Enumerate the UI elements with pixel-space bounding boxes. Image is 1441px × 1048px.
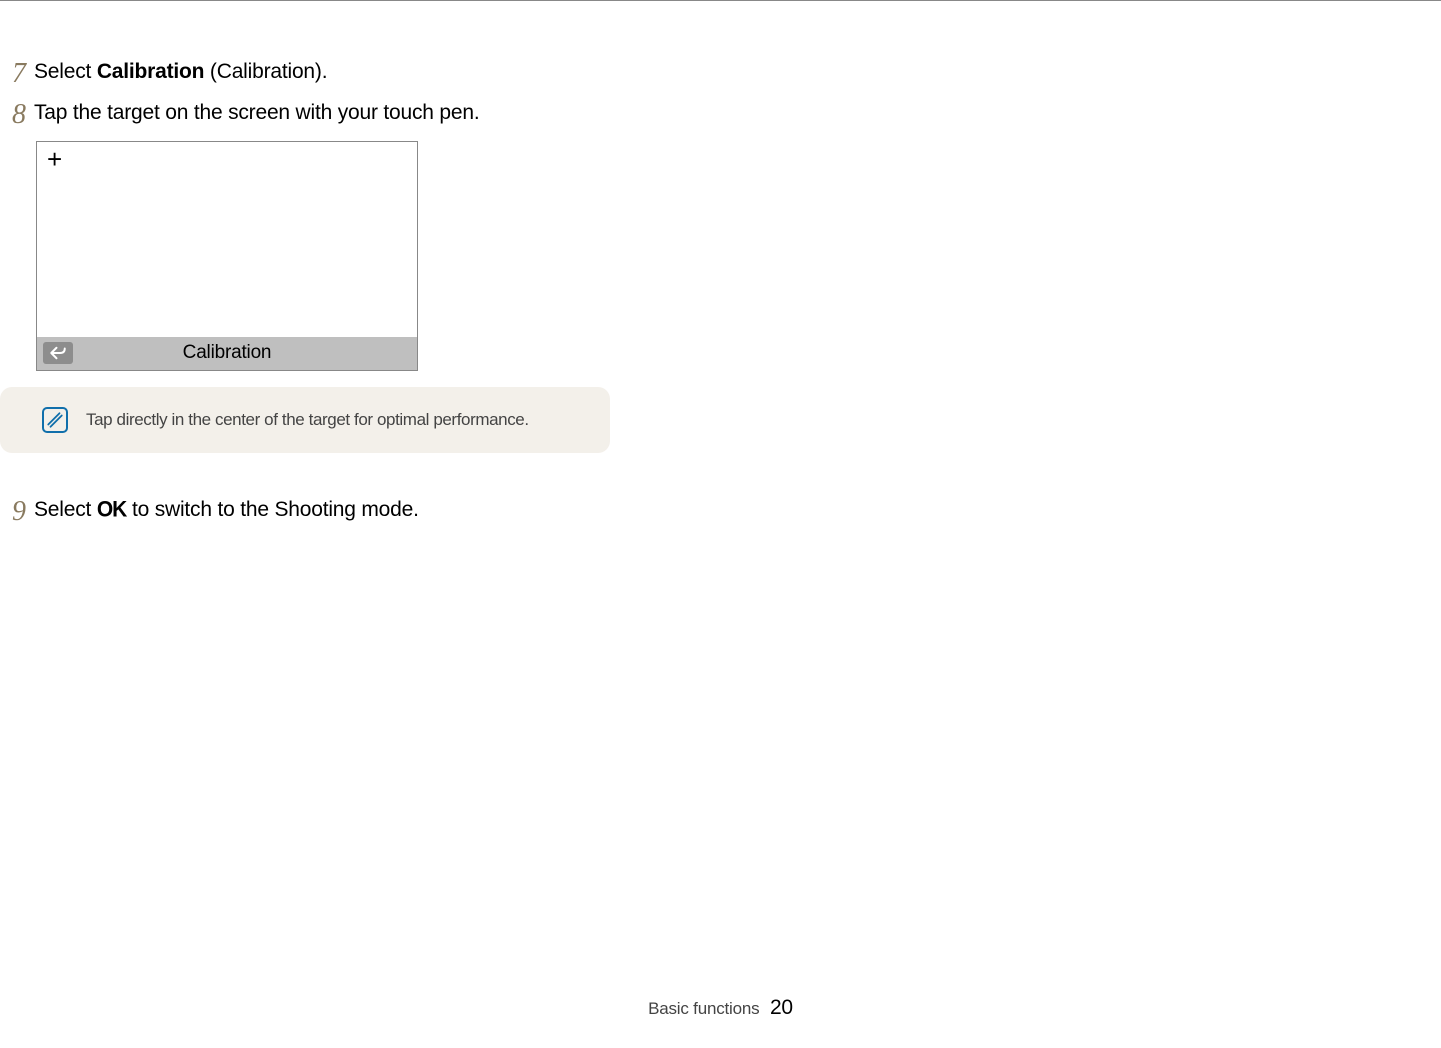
step-9-row: 9 Select OK to switch to the Shooting mo… — [0, 497, 1441, 528]
page-content: 7 Select Calibration (Calibration). 8 Ta… — [0, 1, 1441, 527]
step-9-text: Select OK to switch to the Shooting mode… — [34, 497, 419, 522]
note-icon — [42, 407, 68, 433]
calibration-screen-mockup: + Calibration — [36, 141, 418, 371]
step-8-row: 8 Tap the target on the screen with your… — [0, 100, 1441, 131]
calibration-target-icon[interactable]: + — [47, 146, 62, 172]
step-9-pre: Select — [34, 498, 97, 521]
spacer — [0, 453, 1441, 497]
step-9-post: to switch to the Shooting mode. — [126, 498, 418, 521]
step-7-text: Select Calibration (Calibration). — [34, 59, 327, 84]
manual-page: 7 Select Calibration (Calibration). 8 Ta… — [0, 0, 1441, 1048]
step-number: 9 — [4, 497, 34, 528]
step-number: 8 — [4, 100, 34, 131]
ok-icon: OK — [97, 497, 127, 522]
page-number: 20 — [770, 996, 793, 1019]
note-text: Tap directly in the center of the target… — [86, 410, 529, 430]
page-footer: Basic functions 20 — [0, 996, 1441, 1020]
footer-section: Basic functions — [648, 999, 759, 1018]
step-7-bold: Calibration — [97, 60, 204, 83]
step-7-post: (Calibration). — [204, 60, 327, 83]
step-number: 7 — [4, 59, 34, 90]
step-7-pre: Select — [34, 60, 97, 83]
mockup-status-bar: Calibration — [37, 337, 417, 370]
step-7-row: 7 Select Calibration (Calibration). — [0, 59, 1441, 90]
note-callout: Tap directly in the center of the target… — [0, 387, 610, 453]
step-8-text: Tap the target on the screen with your t… — [34, 100, 479, 125]
mockup-title: Calibration — [37, 342, 417, 364]
